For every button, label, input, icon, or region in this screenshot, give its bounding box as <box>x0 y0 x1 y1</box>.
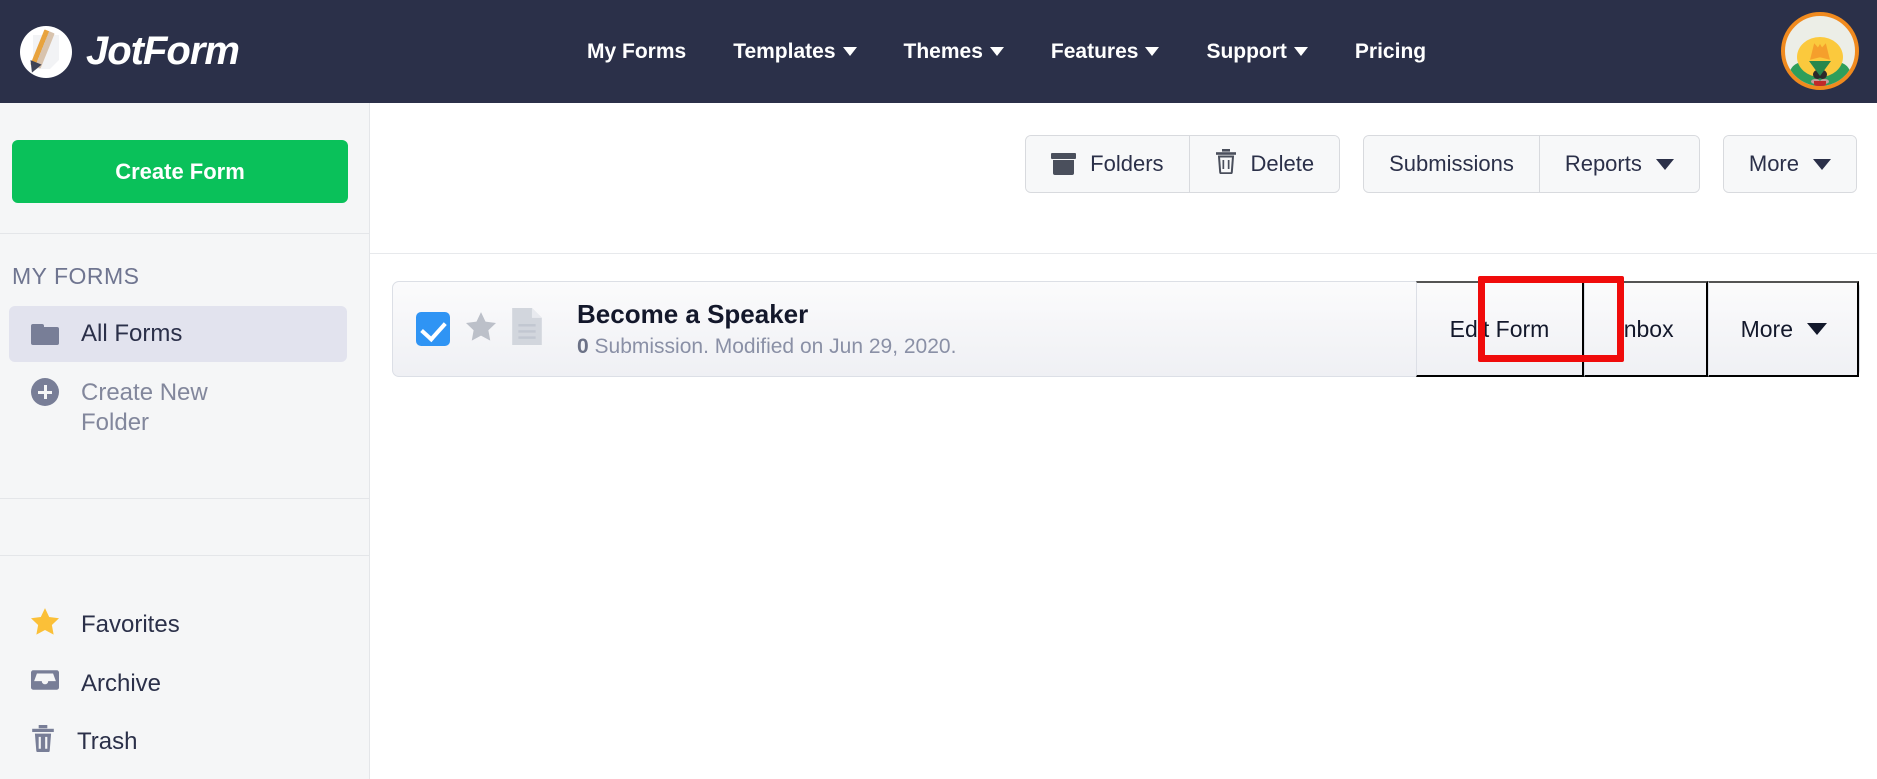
sidebar-item-all-forms[interactable]: All Forms <box>9 306 347 362</box>
reports-button-label: Reports <box>1564 151 1642 176</box>
plus-circle-icon <box>31 378 59 406</box>
nav-features-label: Features <box>1050 39 1139 63</box>
nav-themes[interactable]: Themes <box>904 40 1004 64</box>
sidebar-item-all-forms-label: All Forms <box>81 320 183 347</box>
row-more-button[interactable]: More <box>1707 281 1859 377</box>
sidebar-item-favorites[interactable]: Favorites <box>9 595 347 655</box>
folders-button[interactable]: Folders <box>1026 136 1190 192</box>
content-divider <box>370 253 1877 254</box>
brand-name: JotForm <box>86 29 240 73</box>
jotform-my-forms-page: JotForm My Forms Templates Themes Featur… <box>0 0 1877 779</box>
sidebar-item-trash[interactable]: Trash <box>9 712 347 772</box>
chevron-down-icon <box>1807 323 1827 335</box>
content-area: Folders Delete Submissions Reports More … <box>370 103 1877 779</box>
toolbar-group-submissions-reports: Submissions Reports <box>1363 135 1700 193</box>
form-select-checkbox[interactable] <box>416 311 450 346</box>
sidebar-divider-mid-a <box>0 498 369 499</box>
form-row-meta: Become a Speaker 0 Submission. Modified … <box>577 299 956 359</box>
inbox-button-label: Inbox <box>1617 315 1674 342</box>
sidebar-item-favorites-label: Favorites <box>81 611 180 638</box>
top-navigation-bar: JotForm My Forms Templates Themes Featur… <box>0 0 1877 103</box>
toolbar-group-folders-delete: Folders Delete <box>1025 135 1341 193</box>
more-button-label: More <box>1748 151 1799 176</box>
nav-support-label: Support <box>1206 39 1287 63</box>
chevron-down-icon <box>1145 47 1160 56</box>
jotform-pencil-logo-icon <box>20 25 72 78</box>
avatar-collar <box>1809 61 1831 76</box>
sidebar: Create Form MY FORMS All Forms Create Ne… <box>0 103 370 779</box>
form-submission-count: 0 <box>577 334 589 358</box>
folder-icon <box>31 323 59 345</box>
submissions-button-label: Submissions <box>1389 151 1514 176</box>
form-subtitle: 0 Submission. Modified on Jun 29, 2020. <box>577 335 956 359</box>
nav-themes-label: Themes <box>903 39 983 63</box>
create-form-button[interactable]: Create Form <box>12 140 348 203</box>
table-row[interactable]: Become a Speaker 0 Submission. Modified … <box>392 281 1860 377</box>
chevron-down-icon <box>1813 158 1831 170</box>
sidebar-item-archive[interactable]: Archive <box>9 655 347 712</box>
star-icon[interactable] <box>466 312 496 346</box>
nav-links: My Forms Templates Themes Features Suppo… <box>587 40 1426 64</box>
more-button[interactable]: More <box>1723 136 1856 192</box>
trash-icon <box>31 725 55 759</box>
form-title: Become a Speaker <box>577 299 809 330</box>
star-icon <box>31 608 59 642</box>
chevron-down-icon <box>842 47 857 56</box>
nav-features[interactable]: Features <box>1051 40 1160 64</box>
row-more-button-label: More <box>1740 315 1793 342</box>
jotform-logo[interactable]: JotForm <box>20 25 240 78</box>
inbox-icon <box>31 668 59 699</box>
submissions-button[interactable]: Submissions <box>1364 136 1540 192</box>
nav-my-forms-label: My Forms <box>587 39 687 63</box>
toolbar-group-more: More <box>1722 135 1857 193</box>
trash-icon <box>1215 148 1237 180</box>
avatar[interactable] <box>1781 12 1859 90</box>
nav-pricing-label: Pricing <box>1354 39 1427 63</box>
sidebar-divider-mid-b <box>0 555 369 556</box>
forms-toolbar: Folders Delete Submissions Reports More <box>1025 135 1857 193</box>
nav-templates[interactable]: Templates <box>733 39 857 64</box>
form-row-actions: Edit Form Inbox More <box>1415 281 1859 377</box>
nav-support[interactable]: Support <box>1206 39 1308 64</box>
nav-templates-label: Templates <box>733 39 836 63</box>
sidebar-item-create-new-folder[interactable]: Create New Folder <box>9 362 347 451</box>
form-row-left: Become a Speaker 0 Submission. Modified … <box>393 299 956 359</box>
sidebar-item-trash-label: Trash <box>77 728 138 755</box>
sidebar-section-title: MY FORMS <box>12 263 140 289</box>
sidebar-item-create-new-folder-label: Create New Folder <box>81 379 208 436</box>
edit-form-button[interactable]: Edit Form <box>1415 281 1585 377</box>
nav-pricing[interactable]: Pricing <box>1355 40 1426 64</box>
chevron-down-icon <box>1293 47 1308 56</box>
nav-my-forms[interactable]: My Forms <box>587 40 686 64</box>
document-icon <box>512 307 542 350</box>
reports-button[interactable]: Reports <box>1539 136 1699 192</box>
sidebar-item-archive-label: Archive <box>81 669 162 697</box>
archive-box-icon <box>1051 153 1077 175</box>
folders-button-label: Folders <box>1090 151 1164 176</box>
delete-button-label: Delete <box>1250 151 1315 176</box>
delete-button[interactable]: Delete <box>1189 136 1340 192</box>
inbox-button[interactable]: Inbox <box>1584 281 1708 377</box>
edit-form-button-label: Edit Form <box>1449 315 1550 342</box>
chevron-down-icon <box>989 47 1004 56</box>
chevron-down-icon <box>1655 158 1674 170</box>
form-submission-text: Submission. Modified on Jun 29, 2020. <box>588 334 957 358</box>
